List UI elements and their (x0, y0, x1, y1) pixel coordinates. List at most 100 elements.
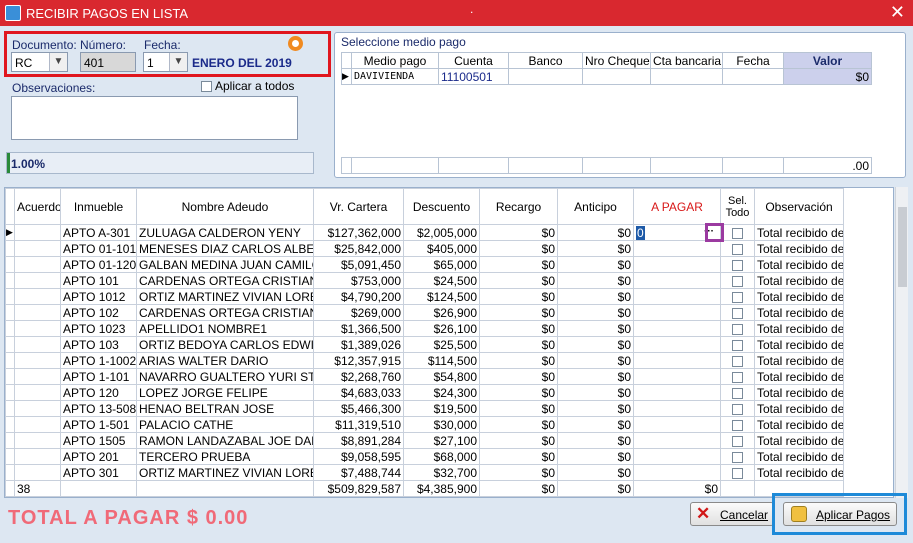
recargo-cell[interactable]: $0 (479, 240, 558, 257)
table-row[interactable]: APTO 01-101MENESES DIAZ CARLOS ALBERTO$2… (5, 240, 844, 257)
recargo-cell[interactable]: $0 (479, 400, 558, 417)
anticipo-cell[interactable]: $0 (557, 224, 634, 241)
recargo-cell[interactable]: $0 (479, 352, 558, 369)
table-row[interactable]: APTO 1505RAMON LANDAZABAL JOE DAMASO$8,8… (5, 432, 844, 449)
sel-cell[interactable] (720, 304, 755, 321)
inmueble-cell[interactable]: APTO 01-1205 (60, 256, 137, 273)
sel-cell[interactable] (720, 224, 755, 241)
a-pagar-cell[interactable] (633, 464, 721, 481)
inmueble-cell[interactable]: APTO 103 (60, 336, 137, 353)
anticipo-cell[interactable]: $0 (557, 304, 634, 321)
acuerdo-cell[interactable] (14, 272, 61, 289)
sel-cell[interactable] (720, 320, 755, 337)
table-row[interactable]: APTO 1012ORTIZ MARTINEZ VIVIAN LORENA$4,… (5, 288, 844, 305)
sel-cell[interactable] (720, 352, 755, 369)
inmueble-cell[interactable]: APTO 120 (60, 384, 137, 401)
checkbox-icon[interactable] (732, 403, 743, 415)
nombre-cell[interactable]: APELLIDO1 NOMBRE1 (136, 320, 314, 337)
fecha-cell[interactable] (722, 68, 784, 85)
valor-cell[interactable]: $0 (783, 68, 872, 85)
checkbox-icon[interactable] (732, 323, 743, 335)
checkbox-icon[interactable] (201, 80, 212, 92)
checkbox-icon[interactable] (732, 355, 743, 367)
acuerdo-cell[interactable] (14, 432, 61, 449)
table-row[interactable]: APTO 1-501 PALACIO CATHE $11,319,510 $30,00… (5, 416, 844, 433)
table-row[interactable]: APTO 101CARDENAS ORTEGA CRISTIAN FELIPE$… (5, 272, 844, 289)
checkbox-icon[interactable] (732, 307, 743, 319)
cartera-cell[interactable]: $12,357,915 (313, 352, 404, 369)
a-pagar-cell[interactable] (633, 272, 721, 289)
observacion-cell[interactable]: Total recibido de A (754, 416, 844, 433)
cartera-cell[interactable]: $11,319,510 (313, 416, 404, 433)
cuenta-cell[interactable]: 11100501 (438, 68, 509, 85)
sel-cell[interactable] (720, 368, 755, 385)
a-pagar-cell[interactable] (633, 336, 721, 353)
acuerdo-cell[interactable] (14, 288, 61, 305)
sel-cell[interactable] (720, 336, 755, 353)
nombre-cell[interactable]: ZULUAGA CALDERON YENY (136, 224, 314, 241)
checkbox-icon[interactable] (732, 451, 743, 463)
banco-cell[interactable] (508, 68, 583, 85)
cartera-cell[interactable]: $1,366,500 (313, 320, 404, 337)
observacion-cell[interactable]: Total recibido de A (754, 288, 844, 305)
anticipo-cell[interactable]: $0 (557, 240, 634, 257)
observacion-cell[interactable]: Total recibido de A (754, 336, 844, 353)
nombre-cell[interactable]: CARDENAS ORTEGA CRISTIAN FELIPE (136, 304, 314, 321)
a-pagar-cell[interactable] (633, 240, 721, 257)
a-pagar-cell[interactable] (633, 304, 721, 321)
table-row[interactable]: APTO 120 LOPEZ JORGE FELIPE $4,683,033 $24,… (5, 384, 844, 401)
cartera-cell[interactable]: $4,790,200 (313, 288, 404, 305)
table-row[interactable]: APTO 1-101NAVARRO GUALTERO YURI STEFANY$… (5, 368, 844, 385)
checkbox-icon[interactable] (732, 419, 743, 431)
acuerdo-cell[interactable] (14, 416, 61, 433)
cartera-cell[interactable]: $127,362,000 (313, 224, 404, 241)
cartera-cell[interactable]: $5,466,300 (313, 400, 404, 417)
table-row[interactable]: APTO 201 TERCERO PRUEBA $9,058,595 $68,000 $… (5, 448, 844, 465)
header-sel-todo[interactable]: Sel. Todo (720, 188, 755, 225)
vertical-scrollbar[interactable] (895, 187, 908, 498)
sel-cell[interactable] (720, 288, 755, 305)
descuento-cell[interactable]: $26,900 (403, 304, 480, 321)
observacion-cell[interactable]: Total recibido de A (754, 304, 844, 321)
inmueble-cell[interactable]: APTO 1012 (60, 288, 137, 305)
observaciones-input[interactable] (11, 96, 298, 140)
recargo-cell[interactable]: $0 (479, 448, 558, 465)
observacion-cell[interactable]: Total recibido de A (754, 272, 844, 289)
inmueble-cell[interactable]: APTO 201 (60, 448, 137, 465)
recargo-cell[interactable]: $0 (479, 256, 558, 273)
acuerdo-cell[interactable] (14, 224, 61, 241)
nombre-cell[interactable]: ARIAS WALTER DARIO (136, 352, 314, 369)
table-row[interactable]: APTO 103 ORTIZ BEDOYA CARLOS EDWIN $1,389,… (5, 336, 844, 353)
a-pagar-cell[interactable] (633, 352, 721, 369)
close-icon[interactable]: ✕ (890, 2, 905, 22)
cartera-cell[interactable]: $1,389,026 (313, 336, 404, 353)
acuerdo-cell[interactable] (14, 368, 61, 385)
acuerdo-cell[interactable] (14, 400, 61, 417)
cartera-cell[interactable]: $7,488,744 (313, 464, 404, 481)
a-pagar-cell[interactable] (633, 416, 721, 433)
anticipo-cell[interactable]: $0 (557, 368, 634, 385)
nombre-cell[interactable]: GALBAN MEDINA JUAN CAMILO (136, 256, 314, 273)
anticipo-cell[interactable]: $0 (557, 352, 634, 369)
acuerdo-cell[interactable] (14, 448, 61, 465)
observacion-cell[interactable]: Total recibido de A (754, 464, 844, 481)
anticipo-cell[interactable]: $0 (557, 400, 634, 417)
descuento-cell[interactable]: $19,500 (403, 400, 480, 417)
descuento-cell[interactable]: $24,500 (403, 272, 480, 289)
anticipo-cell[interactable]: $0 (557, 288, 634, 305)
recargo-cell[interactable]: $0 (479, 288, 558, 305)
a-pagar-value[interactable]: 0 (636, 225, 645, 240)
recargo-cell[interactable]: $0 (479, 336, 558, 353)
nombre-cell[interactable]: ORTIZ MARTINEZ VIVIAN LORENA (136, 464, 314, 481)
cartera-cell[interactable]: $5,091,450 (313, 256, 404, 273)
descuento-cell[interactable]: $24,300 (403, 384, 480, 401)
anticipo-cell[interactable]: $0 (557, 464, 634, 481)
recargo-cell[interactable]: $0 (479, 384, 558, 401)
medio-pago-row[interactable]: ▶ DAVIVIENDA 11100501 $0 (341, 68, 872, 85)
acuerdo-cell[interactable] (14, 320, 61, 337)
inmueble-cell[interactable]: APTO 301 (60, 464, 137, 481)
acuerdo-cell[interactable] (14, 464, 61, 481)
checkbox-icon[interactable] (732, 259, 743, 271)
anticipo-cell[interactable]: $0 (557, 320, 634, 337)
acuerdo-cell[interactable] (14, 352, 61, 369)
